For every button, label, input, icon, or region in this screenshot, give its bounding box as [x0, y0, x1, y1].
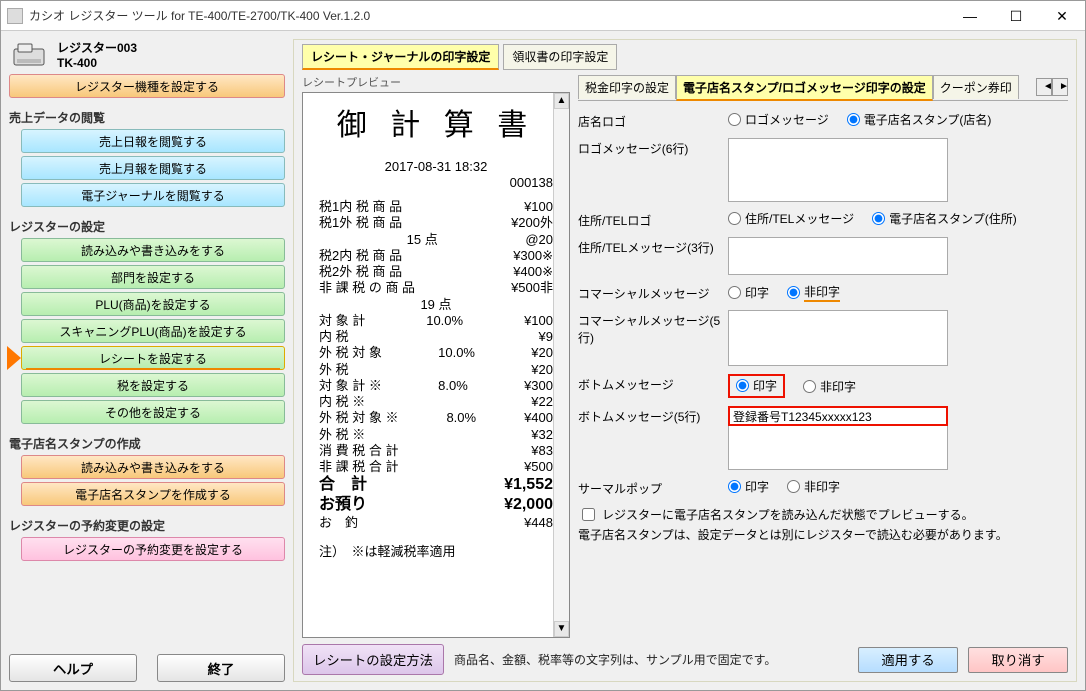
receipt-line: 非 課 税 の 商 品¥500非	[319, 280, 553, 296]
sales-header: 売上データの閲覧	[9, 109, 285, 126]
cancel-button[interactable]: 取り消す	[968, 647, 1068, 673]
commercial-label: コマーシャルメッセージ	[578, 283, 728, 302]
sales-monthly-button[interactable]: 売上月報を閲覧する	[21, 156, 285, 180]
app-icon	[7, 8, 23, 24]
receipt-line: 15 点@20	[319, 232, 553, 248]
tab-receipt-book[interactable]: 領収書の印字設定	[503, 44, 617, 70]
reserve-button[interactable]: レジスターの予約変更を設定する	[21, 537, 285, 561]
subtab-scroll-left[interactable]: ◄	[1036, 78, 1052, 96]
close-button[interactable]: ✕	[1039, 2, 1085, 30]
receipt-line: 消 費 税 合 計¥83	[319, 443, 553, 459]
preview-label: レシートプレビュー	[302, 74, 570, 90]
active-indicator-arrow	[7, 346, 21, 370]
thermal-noprint[interactable]: 非印字	[787, 478, 840, 495]
receipt-line: 内 税 ※¥22	[319, 394, 553, 410]
receipt-method-button[interactable]: レシートの設定方法	[302, 644, 444, 675]
register-header: レジスター003 TK-400	[9, 39, 285, 70]
subtab-tax[interactable]: 税金印字の設定	[578, 75, 676, 99]
set-model-button[interactable]: レジスター機種を設定する	[9, 74, 285, 98]
bottom-msg-input[interactable]	[728, 406, 948, 426]
commercial-msg-textarea[interactable]	[728, 310, 948, 366]
scroll-track[interactable]	[554, 109, 569, 621]
receipt-title: 御 計 算 書	[319, 107, 553, 145]
bottom-msg-rest[interactable]	[728, 426, 948, 470]
receipt-line: 税1外 税 商 品¥200外	[319, 215, 553, 231]
logo-msg-label: ロゴメッセージ(6行)	[578, 138, 728, 157]
subtab-scroll-right[interactable]: ►	[1052, 78, 1068, 96]
reg-settings-header: レジスターの設定	[9, 218, 285, 235]
receipt-line: 外 税 ※¥32	[319, 427, 553, 443]
maximize-button[interactable]: ☐	[993, 2, 1039, 30]
receipt-total-line: 合 計¥1,552	[319, 475, 553, 495]
addr-msg-label: 住所/TELメッセージ(3行)	[578, 237, 728, 256]
receipt-points: 19 点	[319, 297, 553, 313]
fixed-sample-note: 商品名、金額、税率等の文字列は、サンプル用で固定です。	[454, 651, 776, 668]
scroll-down-icon[interactable]: ▼	[554, 621, 569, 637]
receipt-line: 税1内 税 商 品¥100	[319, 199, 553, 215]
plu-button[interactable]: PLU(商品)を設定する	[21, 292, 285, 316]
minimize-button[interactable]: —	[947, 2, 993, 30]
preview-with-stamp-label: レジスターに電子店名スタンプを読み込んだ状態でプレビューする。	[602, 506, 974, 523]
stamp-create-button[interactable]: 電子店名スタンプを作成する	[21, 482, 285, 506]
thermal-print[interactable]: 印字	[728, 478, 769, 495]
register-icon	[9, 41, 49, 69]
receipt-button[interactable]: レシートを設定する	[21, 346, 285, 370]
addr-opt2[interactable]: 電子店名スタンプ(住所)	[872, 210, 1017, 227]
receipt-footnote: 注） ※は軽減税率適用	[319, 544, 553, 560]
receipt-line: 税2内 税 商 品¥300※	[319, 248, 553, 264]
titlebar: カシオ レジスター ツール for TE-400/TE-2700/TK-400 …	[1, 1, 1085, 31]
receipt-line: 内 税¥9	[319, 329, 553, 345]
tax-button[interactable]: 税を設定する	[21, 373, 285, 397]
preview-scrollbar[interactable]: ▲ ▼	[553, 93, 569, 637]
scan-plu-button[interactable]: スキャニングPLU(商品)を設定する	[21, 319, 285, 343]
tab-receipt-journal[interactable]: レシート・ジャーナルの印字設定	[302, 44, 499, 70]
receipt-line: 外 税¥20	[319, 362, 553, 378]
receipt-preview: 御 計 算 書 2017-08-31 18:32 000138 税1内 税 商 …	[302, 92, 570, 638]
receipt-line: 対 象 計10.0%¥100	[319, 313, 553, 329]
receipt-line: 税2外 税 商 品¥400※	[319, 264, 553, 280]
receipt-line: 非 課 税 合 計¥500	[319, 459, 553, 475]
bottom-print[interactable]: 印字	[736, 377, 777, 394]
register-model: TK-400	[57, 56, 137, 70]
bottom-msg-lines-label: ボトムメッセージ(5行)	[578, 406, 728, 425]
store-logo-opt1[interactable]: ロゴメッセージ	[728, 111, 829, 128]
stamp-header: 電子店名スタンプの作成	[9, 435, 285, 452]
addr-msg-textarea[interactable]	[728, 237, 948, 275]
preview-with-stamp-checkbox[interactable]	[582, 508, 595, 521]
receipt-line: 外 税 対 象10.0%¥20	[319, 345, 553, 361]
store-logo-opt2[interactable]: 電子店名スタンプ(店名)	[847, 111, 992, 128]
receipt-line: 対 象 計 ※8.0%¥300	[319, 378, 553, 394]
readwrite-button[interactable]: 読み込みや書き込みをする	[21, 238, 285, 262]
stamp-rw-button[interactable]: 読み込みや書き込みをする	[21, 455, 285, 479]
addr-opt1[interactable]: 住所/TELメッセージ	[728, 210, 854, 227]
ejournal-button[interactable]: 電子ジャーナルを閲覧する	[21, 183, 285, 207]
receipt-serial: 000138	[510, 175, 553, 191]
subtab-coupon[interactable]: クーポン券印	[933, 75, 1019, 99]
logo-msg-textarea[interactable]	[728, 138, 948, 202]
receipt-datetime: 2017-08-31 18:32	[319, 159, 553, 175]
bottom-noprint[interactable]: 非印字	[803, 378, 856, 395]
reserve-header: レジスターの予約変更の設定	[9, 517, 285, 534]
scroll-up-icon[interactable]: ▲	[554, 93, 569, 109]
store-logo-label: 店名ロゴ	[578, 111, 728, 130]
other-button[interactable]: その他を設定する	[21, 400, 285, 424]
apply-button[interactable]: 適用する	[858, 647, 958, 673]
bottom-msg-label: ボトムメッセージ	[578, 374, 728, 393]
commercial-msg-label: コマーシャルメッセージ(5行)	[578, 310, 728, 346]
register-name: レジスター003	[57, 39, 137, 56]
commercial-noprint[interactable]: 非印字	[787, 283, 840, 302]
help-button[interactable]: ヘルプ	[9, 654, 137, 682]
receipt-total-line: お 釣¥448	[319, 515, 553, 531]
dept-button[interactable]: 部門を設定する	[21, 265, 285, 289]
receipt-line: 外 税 対 象 ※8.0%¥400	[319, 410, 553, 426]
addr-logo-label: 住所/TELロゴ	[578, 210, 728, 229]
subtab-stamp-logo[interactable]: 電子店名スタンプ/ロゴメッセージ印字の設定	[676, 75, 933, 101]
commercial-print[interactable]: 印字	[728, 284, 769, 301]
receipt-total-line: お預り¥2,000	[319, 495, 553, 515]
sales-daily-button[interactable]: 売上日報を閲覧する	[21, 129, 285, 153]
exit-button[interactable]: 終了	[157, 654, 285, 682]
thermal-pop-label: サーマルポップ	[578, 478, 728, 497]
stamp-note: 電子店名スタンプは、設定データとは別にレジスターで読込む必要があります。	[578, 526, 1064, 543]
window-title: カシオ レジスター ツール for TE-400/TE-2700/TK-400 …	[29, 7, 947, 24]
